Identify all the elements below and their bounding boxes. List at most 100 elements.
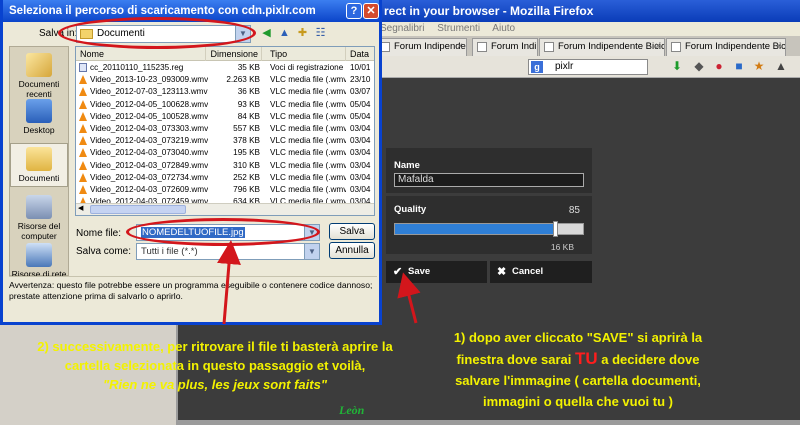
vlc-icon bbox=[79, 172, 87, 182]
close-icon[interactable]: ✕ bbox=[363, 3, 379, 19]
column-header-name[interactable]: Nome bbox=[76, 47, 206, 61]
cancel-button[interactable]: ✖ Cancel bbox=[490, 261, 592, 283]
file-row[interactable]: Video_2012-04-03_072734.wmv 252 KB VLC med… bbox=[76, 172, 374, 184]
place-recent-documents[interactable]: Documenti recenti bbox=[10, 53, 68, 99]
file-date: 05/04 bbox=[350, 99, 371, 109]
new-folder-icon[interactable]: ✚ bbox=[295, 26, 310, 41]
image-name-input[interactable]: Mafalda bbox=[394, 173, 584, 187]
help-icon[interactable]: ? bbox=[346, 3, 362, 19]
file-row[interactable]: Video_2012-04-03_072849.wmv 310 KB VLC med… bbox=[76, 160, 374, 172]
addon-icon[interactable]: ▲ bbox=[774, 59, 788, 73]
browser-tab[interactable]: Forum Indipendente Bicicl... × bbox=[666, 38, 786, 56]
dialog-title: Seleziona il percorso di scaricamento co… bbox=[9, 5, 316, 17]
addon-icon[interactable]: ● bbox=[712, 59, 726, 73]
addon-icon[interactable]: ★ bbox=[752, 59, 766, 73]
vlc-icon bbox=[79, 160, 87, 170]
scroll-left-icon[interactable]: ◀ bbox=[78, 204, 83, 212]
vlc-icon bbox=[79, 87, 87, 97]
vlc-icon bbox=[79, 111, 87, 121]
highlight-oval-save-in bbox=[58, 17, 256, 49]
file-date: 03/04 bbox=[350, 148, 371, 158]
column-header-type[interactable]: Tipo bbox=[262, 47, 346, 61]
checkmark-icon: ✔ bbox=[393, 266, 403, 278]
browser-tab[interactable]: Forum Indipendente Bicicl... × bbox=[539, 38, 665, 56]
quality-value: 85 bbox=[568, 205, 580, 216]
vlc-icon bbox=[79, 185, 87, 194]
save-button[interactable]: ✔ Save bbox=[386, 261, 487, 283]
column-header-size[interactable]: Dimensione bbox=[206, 47, 262, 61]
file-row[interactable]: Video_2012-04-05_100528.wmv 84 KB VLC medi… bbox=[76, 111, 374, 123]
dialog-save-button[interactable]: Salva bbox=[329, 223, 375, 240]
file-size: 36 KB bbox=[237, 87, 260, 97]
view-menu-icon[interactable]: ☷ bbox=[313, 26, 328, 41]
file-name: Video_2012-04-03_073040.wmv bbox=[90, 148, 208, 158]
file-row[interactable]: Video_2012-04-03_072609.wmv 796 KB VLC med… bbox=[76, 184, 374, 196]
file-name: Video_2012-04-05_100528.wmv bbox=[90, 111, 208, 121]
vlc-icon bbox=[79, 124, 87, 133]
annotation-step-2: 2) successivamente, per ritrovare il fil… bbox=[37, 339, 393, 392]
firefox-menubar: Segnalibri Strumenti Aiuto bbox=[380, 22, 800, 36]
scrollbar-thumb[interactable] bbox=[90, 205, 186, 214]
file-size: 195 KB bbox=[233, 148, 260, 158]
vlc-icon bbox=[79, 75, 87, 85]
menu-item[interactable]: Aiuto bbox=[492, 23, 515, 34]
quality-slider-thumb[interactable] bbox=[553, 221, 558, 237]
filename-label: Nome file: bbox=[76, 228, 122, 239]
network-icon bbox=[26, 243, 52, 267]
file-row[interactable]: Video_2012-04-03_073040.wmv 195 KB VLC med… bbox=[76, 147, 374, 159]
file-row[interactable]: Video_2012-04-05_100628.wmv 93 KB VLC medi… bbox=[76, 99, 374, 111]
place-documents[interactable]: Documenti bbox=[10, 143, 68, 187]
file-date: 03/04 bbox=[350, 185, 371, 194]
addon-icon[interactable]: ◆ bbox=[692, 59, 706, 73]
place-my-computer[interactable]: Risorse del computer bbox=[10, 195, 68, 241]
file-name: Video_2012-04-03_073303.wmv bbox=[90, 124, 208, 133]
search-input[interactable]: g pixlr bbox=[528, 59, 648, 75]
place-desktop[interactable]: Desktop bbox=[10, 99, 68, 135]
column-header-date[interactable]: Data bbox=[346, 47, 374, 61]
file-type: VLC media file (.wmv) bbox=[270, 75, 346, 85]
vlc-icon bbox=[79, 148, 87, 158]
menu-item[interactable]: Strumenti bbox=[437, 23, 480, 34]
file-row[interactable]: Video_2012-04-03_073303.wmv 557 KB VLC med… bbox=[76, 123, 374, 135]
file-row[interactable]: cc_20110110_115235.reg 35 KB Voci di regis… bbox=[76, 62, 374, 74]
name-section: Name Mafalda bbox=[386, 148, 592, 193]
vlc-icon bbox=[79, 136, 87, 146]
close-icon[interactable]: × bbox=[776, 39, 782, 55]
back-icon[interactable]: ◀ bbox=[259, 26, 274, 41]
window-border bbox=[176, 420, 800, 425]
horizontal-scrollbar[interactable]: ◀ bbox=[76, 203, 374, 215]
close-icon[interactable]: × bbox=[457, 39, 463, 55]
browser-tab[interactable]: Forum Indipendente Bicicl... × bbox=[375, 38, 467, 56]
file-type: VLC media file (.wmv) bbox=[270, 136, 346, 146]
browser-tab[interactable]: Forum Indipendente Bicicl... bbox=[472, 38, 538, 56]
download-arrow-icon[interactable]: ⬇ bbox=[670, 59, 684, 73]
file-row[interactable]: Video_2012-04-03_073219.wmv 378 KB VLC med… bbox=[76, 135, 374, 147]
computer-icon bbox=[26, 195, 52, 219]
chevron-down-icon[interactable]: ▼ bbox=[304, 244, 319, 259]
file-name: Video_2012-04-03_072849.wmv bbox=[90, 160, 208, 170]
dialog-cancel-button[interactable]: Annulla bbox=[329, 242, 375, 259]
signature: Leòn bbox=[339, 403, 365, 417]
file-name: Video_2012-04-05_100628.wmv bbox=[90, 99, 208, 109]
close-icon[interactable]: × bbox=[655, 39, 661, 55]
file-date: 03/04 bbox=[350, 160, 371, 170]
highlight-oval-filename bbox=[126, 218, 320, 246]
file-name: Video_2012-07-03_123113.wmv bbox=[90, 87, 208, 97]
file-date: 05/04 bbox=[350, 111, 371, 121]
file-type: VLC media file (.wmv) bbox=[270, 87, 346, 97]
file-date: 03/04 bbox=[350, 172, 371, 182]
place-network[interactable]: Risorse di rete bbox=[10, 243, 68, 279]
documents-folder-icon bbox=[26, 147, 52, 171]
addon-icon[interactable]: ■ bbox=[732, 59, 746, 73]
file-size: 310 KB bbox=[233, 160, 260, 170]
file-size: 93 KB bbox=[237, 99, 260, 109]
file-row[interactable]: Video_2012-07-03_123113.wmv 36 KB VLC medi… bbox=[76, 86, 374, 98]
menu-item[interactable]: Segnalibri bbox=[380, 23, 424, 34]
file-row[interactable]: Video_2013-10-23_093009.wmv 2.263 KB VLC m… bbox=[76, 74, 374, 86]
favicon-icon bbox=[544, 42, 554, 52]
quality-slider[interactable] bbox=[394, 221, 584, 237]
save-dialog: Seleziona il percorso di scaricamento co… bbox=[0, 0, 382, 325]
close-icon: ✖ bbox=[497, 266, 507, 278]
file-list[interactable]: Nome Dimensione Tipo Data cc_20110110_11… bbox=[75, 46, 375, 216]
up-folder-icon[interactable]: ▲ bbox=[277, 26, 292, 41]
